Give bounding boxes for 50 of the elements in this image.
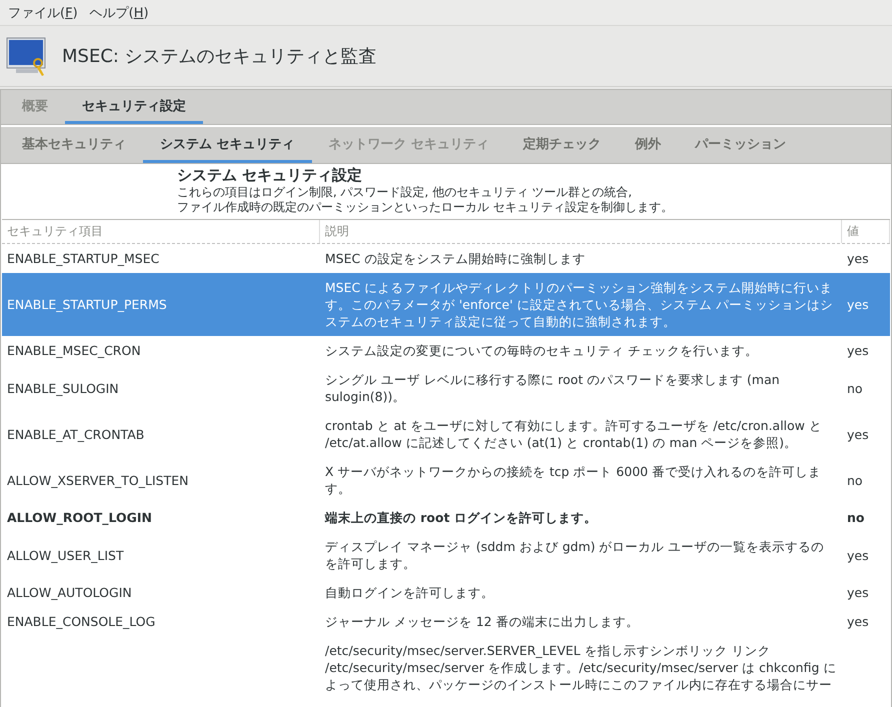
- table-cell-text: システム設定の変更についての毎時のセキュリティ チェックを行います。: [324, 342, 759, 360]
- menu-item[interactable]: ファイル(F): [4, 4, 82, 21]
- monitor-key-icon: [6, 35, 48, 77]
- table-cell-text: MSEC の設定をシステム開始時に強制します: [324, 250, 586, 268]
- table-cell-text: ALLOW_AUTOLOGIN: [6, 584, 133, 602]
- table-cell-text: /etc/security/msec/server.SERVER_LEVEL を指し示すシンボリック リンク /etc/security/msec/server を作成します。/etc/security/msec/server は chkconfig によって使用され、パッケージのインストール時にこのファイル内に存在する場合にサー: [324, 642, 838, 694]
- table-cell-text: yes: [846, 250, 870, 268]
- table-cell-text: ジャーナル メッセージを 12 番の端末に出力します。: [324, 613, 640, 631]
- table-row[interactable]: /etc/security/msec/server.SERVER_LEVEL を指し示すシンボリック リンク /etc/security/msec/server を作成します。/etc/security/msec/server は chkconfig によって使用され、パッケージのインストール時にこのファイル内に存在する場合にサー: [2, 636, 890, 699]
- table-cell-text: 端末上の直接の root ログインを許可します。: [324, 509, 598, 527]
- tab[interactable]: セキュリティ設定: [65, 90, 203, 124]
- table-cell-text: ENABLE_STARTUP_MSEC: [6, 250, 160, 268]
- table-row[interactable]: ALLOW_XSERVER_TO_LISTEN X サーバがネットワークからの接続を tcp ポート 6000 番で受け入れるのを許可します。 no: [2, 457, 890, 503]
- table-row[interactable]: ENABLE_CONSOLE_LOG ジャーナル メッセージを 12 番の端末に出力します。 yes: [2, 607, 890, 636]
- table-cell-text: yes: [846, 584, 870, 602]
- table-cell-text: no: [846, 509, 866, 527]
- table-cell-text: ENABLE_SULOGIN: [6, 380, 120, 398]
- section-description: ファイル作成時の既定のパーミッションといったローカル セキュリティ設定を制御します。: [177, 200, 674, 215]
- table-cell-text: ENABLE_STARTUP_PERMS: [6, 296, 168, 314]
- table-row[interactable]: ENABLE_STARTUP_MSEC MSEC の設定をシステム開始時に強制します yes: [2, 244, 890, 273]
- table-row[interactable]: ALLOW_USER_LIST ディスプレイ マネージャ (sddm および gdm) がローカル ユーザの一覧を表示するのを許可します。 yes: [2, 532, 890, 578]
- table-cell-text: ALLOW_ROOT_LOGIN: [6, 509, 153, 527]
- table-row[interactable]: ALLOW_AUTOLOGIN 自動ログインを許可します。 yes: [2, 578, 890, 607]
- table-cell-text: yes: [846, 613, 870, 631]
- table-row[interactable]: ENABLE_SULOGIN シングル ユーザ レベルに移行する際に root のパスワードを要求します (man sulogin(8))。 no: [2, 365, 890, 411]
- table-cell-text: ENABLE_AT_CRONTAB: [6, 426, 146, 444]
- table-cell-text: yes: [846, 546, 870, 565]
- table-cell-text: ENABLE_CONSOLE_LOG: [6, 613, 156, 631]
- section-description: これらの項目はログイン制限, パスワード設定, 他のセキュリティ ツール群との統合,: [177, 185, 633, 200]
- table-cell-text: yes: [846, 296, 870, 314]
- section-heading: システム セキュリティ設定: [177, 166, 364, 185]
- table-cell-text: yes: [846, 426, 870, 444]
- table-cell-text: yes: [846, 342, 870, 360]
- table-cell-text: シングル ユーザ レベルに移行する際に root のパスワードを要求します (man sulogin(8))。: [324, 371, 781, 406]
- table-row[interactable]: ENABLE_AT_CRONTAB crontab と at をユーザに対して有効にします。許可するユーザを /etc/cron.allow と /etc/at.allow に記述してください (at(1) と crontab(1) の man ページを参照)。 yes: [2, 411, 890, 457]
- table-cell-text: ALLOW_XSERVER_TO_LISTEN: [6, 472, 190, 490]
- tab[interactable]: システム セキュリティ: [143, 127, 312, 163]
- window-title: MSEC: システムのセキュリティと監査: [62, 45, 377, 68]
- table-cell-text: ALLOW_USER_LIST: [6, 546, 125, 565]
- table-row[interactable]: ALLOW_ROOT_LOGIN 端末上の直接の root ログインを許可します。 no: [2, 503, 890, 532]
- table-cell-text: no: [846, 472, 864, 490]
- table-row[interactable]: ENABLE_MSEC_CRON システム設定の変更についての毎時のセキュリティ チェックを行います。 yes: [2, 336, 890, 365]
- table-cell-text: ENABLE_MSEC_CRON: [6, 342, 142, 360]
- table-cell-text: 自動ログインを許可します。: [324, 584, 495, 602]
- table-cell-text: no: [846, 380, 864, 398]
- table-cell-text: X サーバがネットワークからの接続を tcp ポート 6000 番で受け入れるのを許可します。: [324, 463, 822, 498]
- table-cell-text: crontab と at をユーザに対して有効にします。許可するユーザを /etc/cron.allow と /etc/at.allow に記述してください (at(1) と crontab(1) の man ページを参照)。: [324, 417, 823, 452]
- table-cell-text: MSEC によるファイルやディレクトリのパーミッション強制をシステム開始時に行います。このパラメータが 'enforce' に設定されている場合、システム パーミッションはシステムのセキュリティ設定に従って自動的に強制されます。: [324, 279, 834, 331]
- menu-item[interactable]: ヘルプ(H): [86, 4, 153, 21]
- table-cell-text: ディスプレイ マネージャ (sddm および gdm) がローカル ユーザの一覧を表示するのを許可します。: [324, 538, 826, 573]
